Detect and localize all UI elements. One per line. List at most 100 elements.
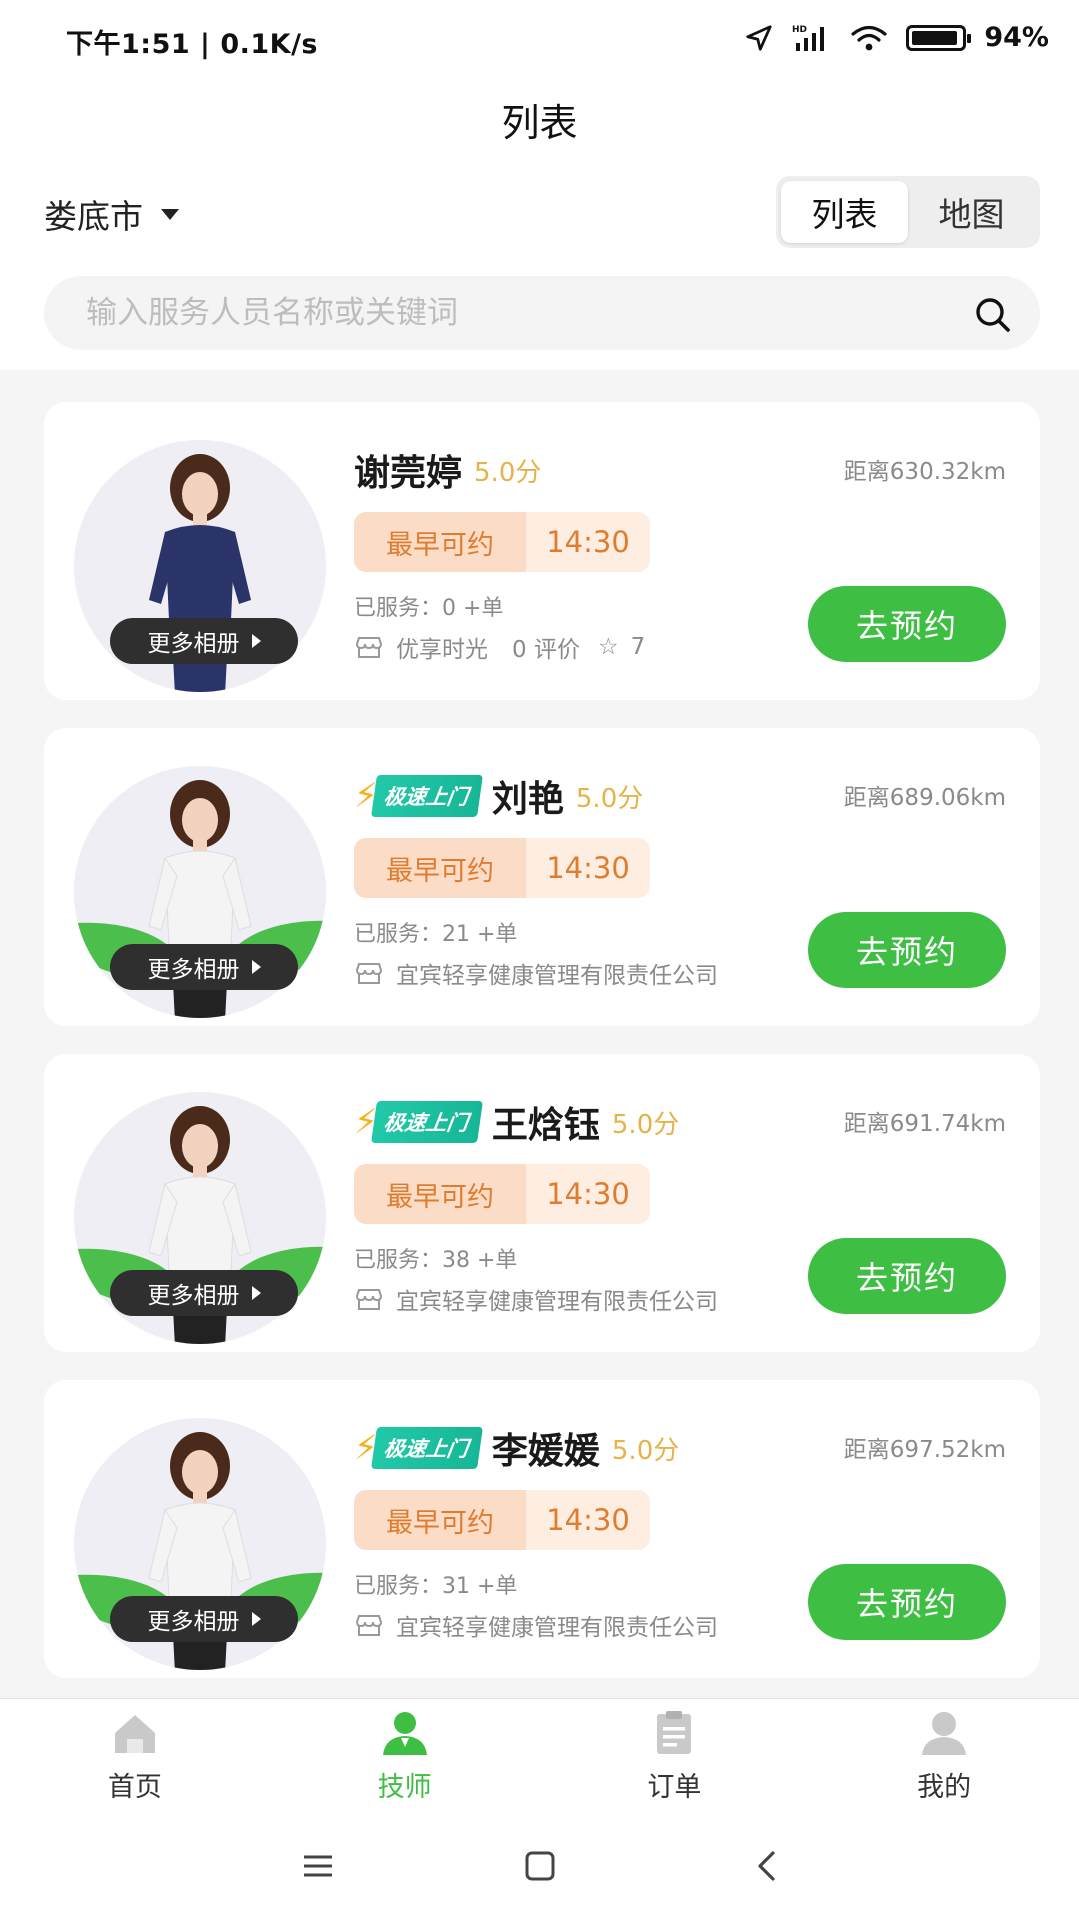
- view-toggle: 列表 地图: [776, 176, 1040, 248]
- battery-percent: 94%: [984, 22, 1049, 53]
- toggle-list[interactable]: 列表: [781, 181, 908, 243]
- city-selector[interactable]: 娄底市: [44, 190, 179, 238]
- express-badge-label: 极速上门: [370, 775, 483, 817]
- store-row: 优享时光 0 评价 ☆ 7: [354, 630, 814, 664]
- menu-icon[interactable]: [296, 1844, 340, 1888]
- book-button[interactable]: 去预约: [808, 1564, 1006, 1640]
- store-name: 宜宾轻享健康管理有限责任公司: [396, 963, 718, 989]
- search-input[interactable]: [86, 276, 946, 350]
- store-row: 宜宾轻享健康管理有限责任公司: [354, 1282, 814, 1316]
- earliest-time: 14:30: [546, 1177, 630, 1211]
- express-badge-label: 极速上门: [370, 1101, 483, 1143]
- earliest-slot-tag: 最早可约 14:30: [354, 512, 650, 572]
- tab-home[interactable]: 首页: [0, 1699, 270, 1812]
- earliest-label: 最早可约: [354, 512, 526, 572]
- more-album-button[interactable]: 更多相册: [110, 1270, 298, 1316]
- name-row: 谢莞婷 5.0分: [354, 444, 541, 496]
- status-icons: HD 94%: [744, 22, 1049, 53]
- technician-card[interactable]: 更多相册 谢莞婷 5.0分 距离630.32km 最早可约 14:30 已服务：…: [44, 402, 1040, 700]
- name-row: ⚡ 极速上门 刘艳 5.0分: [354, 770, 643, 822]
- svg-text:HD: HD: [792, 25, 807, 35]
- technician-name: 谢莞婷: [354, 453, 463, 494]
- technician-score: 5.0分: [611, 1435, 680, 1466]
- more-album-label: 更多相册: [147, 957, 240, 983]
- earliest-label: 最早可约: [354, 1164, 526, 1224]
- name-row: ⚡ 极速上门 王焓钰 5.0分: [354, 1096, 679, 1148]
- search-bar: [44, 276, 1040, 350]
- more-album-label: 更多相册: [147, 631, 240, 657]
- tab-technician-label: 技师: [377, 1772, 432, 1803]
- express-badge: ⚡ 极速上门: [354, 775, 483, 817]
- technician-name: 刘艳: [491, 779, 564, 820]
- store-name: 宜宾轻享健康管理有限责任公司: [396, 1289, 718, 1315]
- technician-score: 5.0分: [611, 1109, 680, 1140]
- book-button[interactable]: 去预约: [808, 912, 1006, 988]
- profile-icon: [922, 1712, 967, 1755]
- technician-card[interactable]: 更多相册 ⚡ 极速上门 李媛媛 5.0分 距离697.52km 最早可约 14:…: [44, 1380, 1040, 1678]
- more-album-button[interactable]: 更多相册: [110, 1596, 298, 1642]
- wifi-icon: [851, 25, 887, 50]
- play-triangle-icon: [251, 1612, 261, 1626]
- more-album-label: 更多相册: [147, 1283, 240, 1309]
- technician-card[interactable]: 更多相册 ⚡ 极速上门 王焓钰 5.0分 距离691.74km 最早可约 14:…: [44, 1054, 1040, 1352]
- store-icon: [355, 1289, 383, 1310]
- distance-label: 距离630.32km: [843, 459, 1006, 485]
- toggle-map[interactable]: 地图: [908, 181, 1035, 243]
- technician-score: 5.0分: [474, 457, 542, 488]
- order-icon: [657, 1711, 692, 1754]
- city-label: 娄底市: [44, 197, 143, 236]
- store-icon: [355, 637, 383, 658]
- express-badge: ⚡ 极速上门: [354, 1427, 483, 1469]
- more-album-label: 更多相册: [147, 1609, 240, 1635]
- bottom-tab-bar: 首页 技师 订单 我的: [0, 1698, 1079, 1812]
- store-icon: [355, 963, 383, 984]
- tab-orders[interactable]: 订单: [540, 1699, 810, 1812]
- tab-profile-label: 我的: [917, 1772, 972, 1803]
- store-icon: [355, 1615, 383, 1636]
- caret-down-icon: [161, 208, 179, 220]
- served-count: 已服务：31 +单: [354, 1574, 518, 1599]
- location-arrow-icon: [746, 24, 772, 51]
- earliest-slot-tag: 最早可约 14:30: [354, 1490, 650, 1550]
- earliest-slot-tag: 最早可约 14:30: [354, 1164, 650, 1224]
- technician-name: 李媛媛: [491, 1431, 600, 1472]
- served-count: 已服务：38 +单: [354, 1248, 518, 1273]
- status-time: 下午1:51 | 0.1K/s: [66, 29, 319, 60]
- battery-icon: [906, 24, 972, 51]
- store-name: 优享时光: [396, 637, 488, 663]
- cell-signal-icon: HD: [792, 25, 825, 51]
- served-count: 已服务：21 +单: [354, 922, 518, 947]
- tab-orders-label: 订单: [647, 1772, 702, 1803]
- earliest-label: 最早可约: [354, 1490, 526, 1550]
- store-name: 宜宾轻享健康管理有限责任公司: [396, 1615, 718, 1641]
- page-header: 列表 娄底市 列表 地图: [0, 80, 1079, 370]
- served-count: 已服务：0 +单: [354, 596, 504, 621]
- technician-card[interactable]: 更多相册 ⚡ 极速上门 刘艳 5.0分 距离689.06km 最早可约 14:3…: [44, 728, 1040, 1026]
- star-icon: ☆: [597, 634, 619, 660]
- page-title: 列表: [501, 101, 578, 145]
- back-icon[interactable]: [746, 1844, 790, 1888]
- distance-label: 距离689.06km: [843, 785, 1006, 811]
- play-triangle-icon: [251, 634, 261, 648]
- book-button[interactable]: 去预约: [808, 1238, 1006, 1314]
- distance-label: 距离691.74km: [843, 1111, 1006, 1137]
- express-badge: ⚡ 极速上门: [354, 1101, 483, 1143]
- earliest-label: 最早可约: [354, 838, 526, 898]
- more-album-button[interactable]: 更多相册: [110, 944, 298, 990]
- book-button[interactable]: 去预约: [808, 586, 1006, 662]
- technician-score: 5.0分: [575, 783, 644, 814]
- tab-technician[interactable]: 技师: [270, 1699, 540, 1812]
- more-album-button[interactable]: 更多相册: [110, 618, 298, 664]
- earliest-time: 14:30: [546, 525, 630, 559]
- distance-label: 距离697.52km: [843, 1437, 1006, 1463]
- home-square-icon[interactable]: [518, 1844, 562, 1888]
- review-count: 0 评价: [512, 637, 580, 663]
- tab-profile[interactable]: 我的: [809, 1699, 1079, 1812]
- star-count: 7: [630, 634, 646, 660]
- home-icon: [114, 1715, 155, 1753]
- store-row: 宜宾轻享健康管理有限责任公司: [354, 956, 814, 990]
- search-icon[interactable]: [972, 294, 1012, 334]
- play-triangle-icon: [251, 1286, 261, 1300]
- play-triangle-icon: [251, 960, 261, 974]
- store-row: 宜宾轻享健康管理有限责任公司: [354, 1608, 814, 1642]
